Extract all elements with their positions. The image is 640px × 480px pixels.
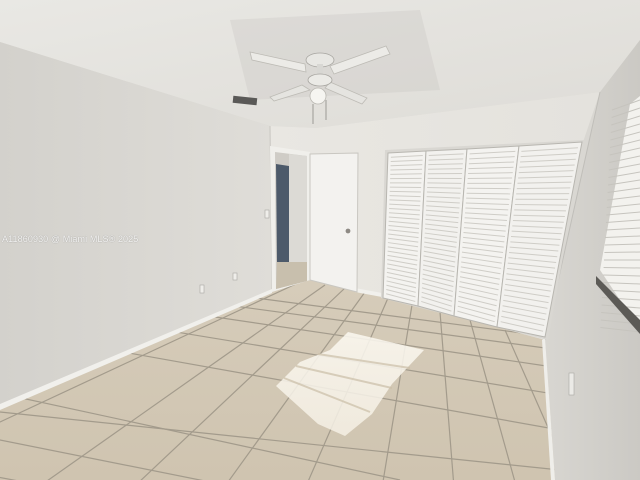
door-knob [345,228,351,234]
closet-louver [466,192,511,195]
hallway-wall [289,154,307,270]
fan-motor [307,73,333,87]
closet-louver [389,190,421,193]
closet-louver [390,173,422,175]
electrical-outlet-left [232,272,238,281]
room-photo: A11860930 @ Miami MLS® 2025 [0,0,640,480]
closet-louver [516,187,571,190]
closet-louver [514,204,568,206]
fan-light-globe [309,87,327,105]
closet-louver [467,177,513,179]
closet-louver [428,168,463,170]
electrical-outlet-left-2 [199,284,205,294]
light-switch [264,209,270,219]
blind-slat [603,267,640,269]
blind-slat [604,251,640,253]
open-door [309,152,359,293]
hallway-blue-wall [276,164,289,262]
watermark-text: A11860930 @ Miami MLS® 2025 [2,234,139,244]
electrical-outlet-right [568,372,575,396]
